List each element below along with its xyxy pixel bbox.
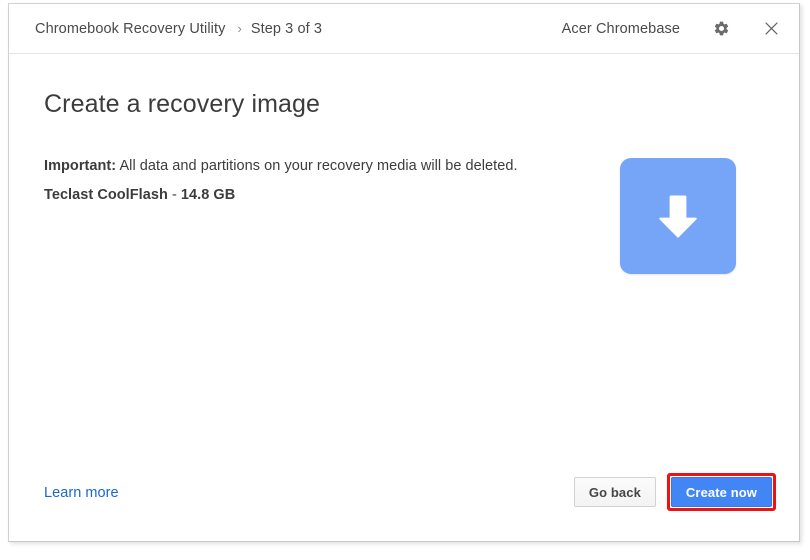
application-window: Chromebook Recovery Utility › Step 3 of …: [8, 3, 800, 542]
page-title: Create a recovery image: [44, 90, 321, 118]
device-name-label: Acer Chromebase: [561, 20, 680, 37]
title-bar: Chromebook Recovery Utility › Step 3 of …: [9, 4, 799, 54]
app-title: Chromebook Recovery Utility: [35, 20, 226, 37]
title-bar-right: Acer Chromebase: [562, 14, 786, 44]
settings-button[interactable]: [706, 14, 736, 44]
close-icon: [763, 20, 780, 37]
gear-icon: [713, 20, 730, 37]
create-now-button[interactable]: Create now: [670, 477, 772, 507]
go-back-button[interactable]: Go back: [573, 477, 656, 507]
warning-label: Important:: [44, 158, 117, 174]
download-arrow-icon: [649, 187, 707, 245]
media-separator: -: [167, 187, 181, 203]
media-size: 14.8 GB: [180, 187, 236, 203]
footer-bar: Learn more Go back Create now: [9, 451, 799, 541]
close-button[interactable]: [756, 14, 786, 44]
selected-media-info: Teclast CoolFlash - 14.8 GB: [44, 187, 235, 203]
breadcrumb-separator-icon: ›: [237, 21, 242, 36]
action-button-group: Go back Create now: [573, 473, 776, 511]
learn-more-link[interactable]: Learn more: [44, 485, 119, 501]
title-bar-left: Chromebook Recovery Utility › Step 3 of …: [35, 21, 562, 37]
warning-text: All data and partitions on your recovery…: [116, 158, 518, 174]
create-now-highlight: Create now: [666, 473, 776, 511]
download-graphic: [620, 158, 736, 274]
step-indicator: Step 3 of 3: [250, 20, 323, 37]
content-area: Create a recovery image Important: All d…: [9, 54, 799, 541]
warning-message: Important: All data and partitions on yo…: [44, 158, 518, 174]
media-name: Teclast CoolFlash: [44, 187, 168, 203]
